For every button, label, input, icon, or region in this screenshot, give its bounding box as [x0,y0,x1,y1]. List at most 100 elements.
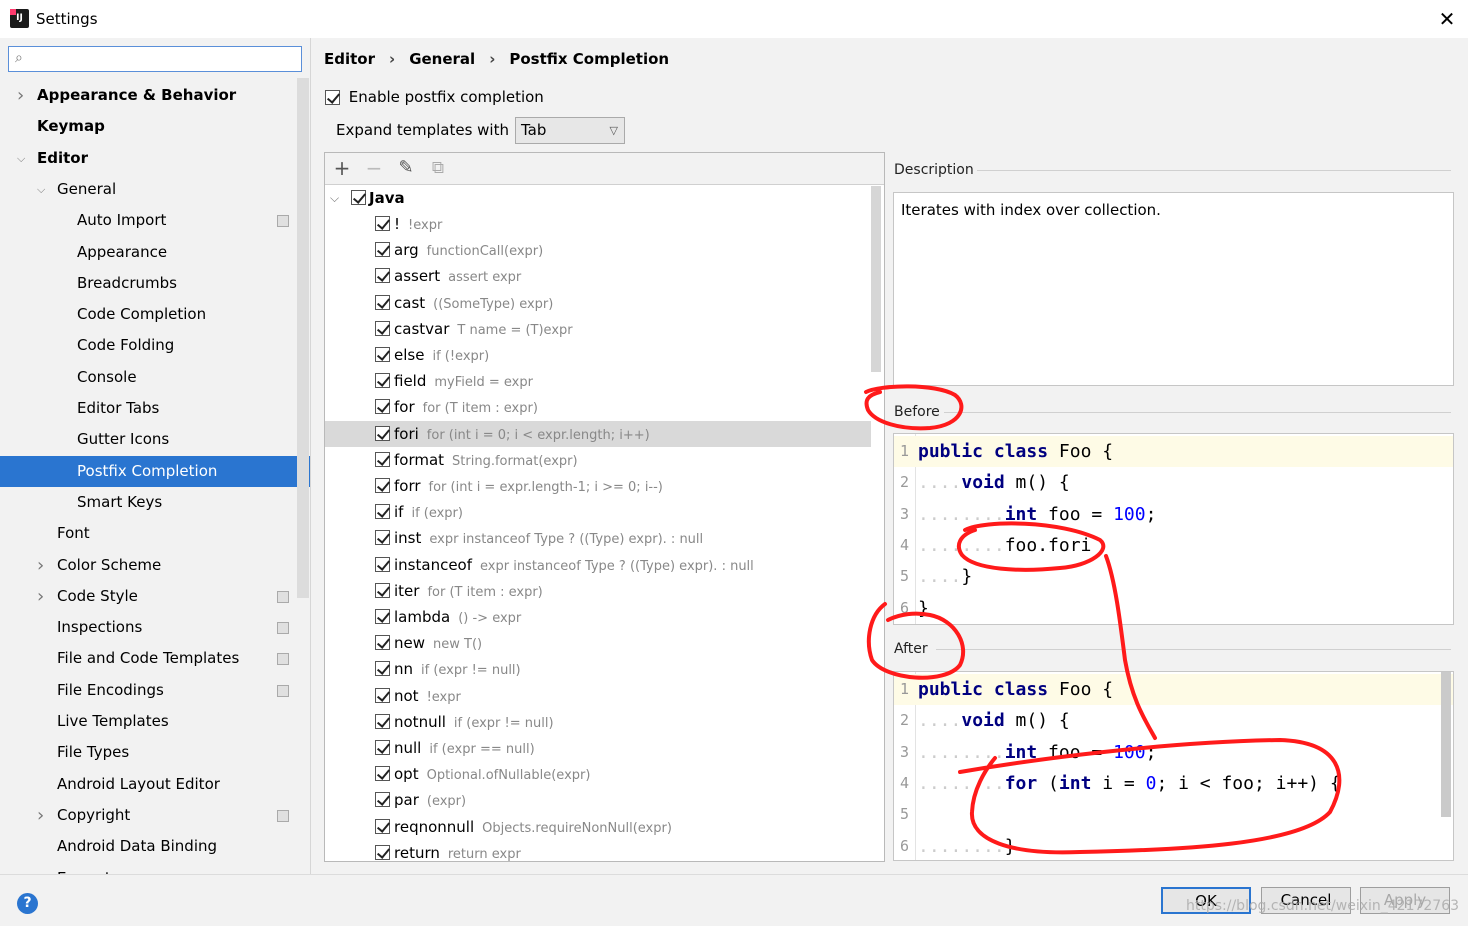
template-row[interactable]: new new T() [325,630,871,656]
sidebar-item-file-encodings[interactable]: File Encodings [0,675,310,706]
template-row[interactable]: not !expr [325,683,871,709]
sidebar-item-color-scheme[interactable]: › Color Scheme [0,550,310,581]
edit-icon[interactable]: ✎ [394,156,418,180]
chevron-down-icon[interactable]: ⌵ [330,185,339,211]
template-checkbox[interactable] [375,766,390,782]
sidebar-item-auto-import[interactable]: Auto Import [0,205,310,236]
template-row[interactable]: for for (T item : expr) [325,394,871,420]
template-checkbox[interactable] [375,582,390,598]
copy-icon[interactable]: ⧉ [426,156,450,180]
template-row[interactable]: inst expr instanceof Type ? ((Type) expr)… [325,525,871,551]
template-checkbox[interactable] [375,504,390,520]
template-checkbox[interactable] [375,320,390,336]
template-checkbox[interactable] [375,713,390,729]
sidebar-item-code-style[interactable]: › Code Style [0,581,310,612]
chevron-right-icon[interactable]: › [37,581,44,612]
sidebar-item-appearance[interactable]: Appearance [0,237,310,268]
chevron-down-icon[interactable]: ⌵ [17,143,25,174]
template-checkbox[interactable] [375,268,390,284]
template-checkbox[interactable] [375,242,390,258]
sidebar-item-gutter-icons[interactable]: Gutter Icons [0,424,310,455]
template-checkbox[interactable] [375,294,390,310]
sidebar-item-font[interactable]: Font [0,518,310,549]
template-row[interactable]: field myField = expr [325,368,871,394]
after-preview-scrollbar[interactable] [1441,672,1451,817]
template-row[interactable]: opt Optional.ofNullable(expr) [325,761,871,787]
expand-templates-select[interactable]: Tab ▽ [515,117,625,144]
group-checkbox[interactable] [351,190,366,205]
sidebar-item-general[interactable]: ⌵ General [0,174,310,205]
template-row[interactable]: nn if (expr != null) [325,656,871,682]
sidebar-item-keymap[interactable]: Keymap [0,111,310,142]
template-row[interactable]: format String.format(expr) [325,447,871,473]
chevron-right-icon[interactable]: › [37,550,44,581]
sidebar-item-android-layout-editor[interactable]: Android Layout Editor [0,769,310,800]
template-checkbox[interactable] [375,373,390,389]
sidebar-scrollbar[interactable] [297,78,309,598]
template-checkbox[interactable] [375,399,390,415]
template-checkbox[interactable] [375,478,390,493]
sidebar-item-emmet[interactable]: › Emmet [0,863,310,875]
template-row[interactable]: castvar T name = (T)expr [325,316,871,342]
add-icon[interactable]: + [330,156,354,180]
chevron-right-icon[interactable]: › [17,80,24,111]
template-row[interactable]: return return expr [325,840,871,861]
template-checkbox[interactable] [375,530,390,546]
remove-icon[interactable]: − [362,156,386,180]
template-checkbox[interactable] [375,661,390,677]
enable-postfix-checkbox[interactable] [325,90,340,105]
template-row[interactable]: assert assert expr [325,263,871,289]
chevron-down-icon[interactable]: ⌵ [37,174,45,205]
sidebar-item-editor[interactable]: ⌵ Editor [0,143,310,174]
template-checkbox[interactable] [375,609,390,624]
template-row[interactable]: cast ((SomeType) expr) [325,290,871,316]
template-checkbox[interactable] [375,216,390,231]
template-checkbox[interactable] [375,844,390,860]
template-checkbox[interactable] [375,556,390,572]
sidebar-item-editor-tabs[interactable]: Editor Tabs [0,393,310,424]
template-row[interactable]: iter for (T item : expr) [325,578,871,604]
close-icon[interactable]: ✕ [1434,6,1460,32]
sidebar-item-live-templates[interactable]: Live Templates [0,706,310,737]
line-number: 1 [900,680,910,698]
template-row[interactable]: null if (expr == null) [325,735,871,761]
sidebar-item-appearance-behavior[interactable]: › Appearance & Behavior [0,80,310,111]
sidebar-item-breadcrumbs[interactable]: Breadcrumbs [0,268,310,299]
template-row[interactable]: ! !expr [325,211,871,237]
template-list-scrollbar[interactable] [871,186,881,372]
template-group-java[interactable]: ⌵ Java [325,185,871,211]
sidebar-item-code-folding[interactable]: Code Folding [0,330,310,361]
sidebar-item-inspections[interactable]: Inspections [0,612,310,643]
template-checkbox[interactable] [375,792,390,808]
help-icon[interactable]: ? [17,893,38,914]
template-row[interactable]: par (expr) [325,787,871,813]
template-row[interactable]: notnull if (expr != null) [325,709,871,735]
template-checkbox[interactable] [375,818,390,834]
template-row[interactable]: if if (expr) [325,499,871,525]
sidebar-item-android-data-binding[interactable]: Android Data Binding [0,831,310,862]
settings-search-input[interactable]: ⌕ [8,46,302,72]
template-checkbox[interactable] [375,347,390,362]
template-checkbox[interactable] [375,425,390,441]
chevron-right-icon[interactable]: › [37,800,44,831]
sidebar-item-file-types[interactable]: File Types [0,737,310,768]
sidebar-item-console[interactable]: Console [0,362,310,393]
template-checkbox[interactable] [375,687,390,703]
template-row[interactable]: fori for (int i = 0; i < expr.length; i++… [325,420,871,447]
template-row[interactable]: else if (!expr) [325,342,871,368]
template-row[interactable]: reqnonnull Objects.requireNonNull(expr) [325,814,871,840]
template-row[interactable]: instanceof expr instanceof Type ? ((Type)… [325,552,871,578]
template-row[interactable]: forr for (int i = expr.length-1; i >= 0; … [325,473,871,499]
template-checkbox[interactable] [375,740,390,755]
template-checkbox[interactable] [375,635,390,651]
sidebar-item-code-completion[interactable]: Code Completion [0,299,310,330]
template-checkbox[interactable] [375,451,390,467]
sidebar-item-copyright[interactable]: › Copyright [0,800,310,831]
enable-postfix-row[interactable]: Enable postfix completion [325,88,544,106]
template-row[interactable]: arg functionCall(expr) [325,237,871,263]
template-row[interactable]: lambda() -> expr [325,604,871,630]
sidebar-item-postfix-completion[interactable]: Postfix Completion [0,455,310,487]
chevron-right-icon[interactable]: › [37,863,44,875]
sidebar-item-file-and-code-templates[interactable]: File and Code Templates [0,643,310,674]
sidebar-item-smart-keys[interactable]: Smart Keys [0,487,310,518]
